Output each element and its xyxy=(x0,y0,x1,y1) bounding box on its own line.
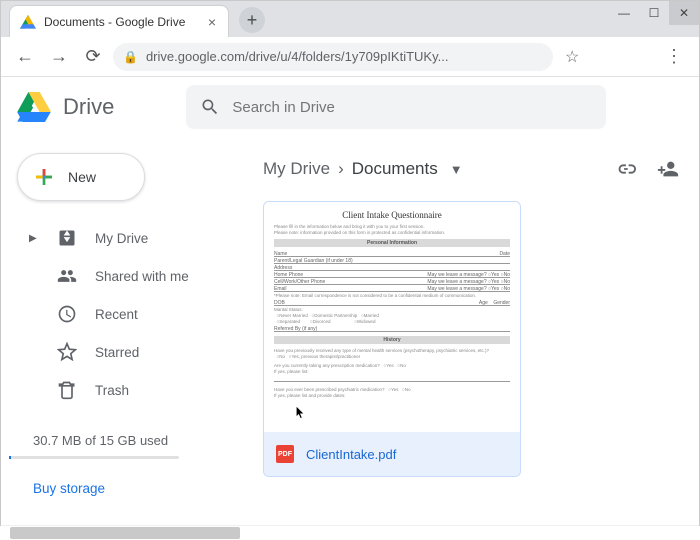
search-input[interactable] xyxy=(232,99,592,116)
chevron-right-icon: › xyxy=(338,159,344,179)
sidebar-item-label: Starred xyxy=(95,345,139,360)
new-button[interactable]: New xyxy=(17,153,145,201)
breadcrumb-root[interactable]: My Drive xyxy=(263,159,330,179)
back-icon[interactable]: ← xyxy=(11,43,39,71)
sidebar-item-recent[interactable]: Recent xyxy=(9,295,241,333)
drive-icon xyxy=(57,228,77,248)
bookmark-star-icon[interactable]: ☆ xyxy=(559,47,585,67)
new-button-label: New xyxy=(68,169,96,185)
cursor-icon xyxy=(294,402,308,422)
maximize-icon[interactable]: ☐ xyxy=(639,1,669,25)
file-name: ClientIntake.pdf xyxy=(306,447,396,462)
preview-doc-title: Client Intake Questionnaire xyxy=(274,210,510,222)
window-controls: — ☐ ✕ xyxy=(609,1,699,25)
sidebar-item-label: My Drive xyxy=(95,231,148,246)
person-add-icon[interactable] xyxy=(657,158,679,180)
chevron-down-icon[interactable]: ▼ xyxy=(450,162,463,177)
horizontal-scrollbar[interactable] xyxy=(0,526,700,540)
main-panel: My Drive › Documents ▼ Client Intake Que… xyxy=(251,137,699,525)
plus-icon xyxy=(32,165,56,189)
address-bar[interactable]: 🔒 drive.google.com/drive/u/4/folders/1y7… xyxy=(113,43,553,71)
window-titlebar: Documents - Google Drive × + — ☐ ✕ xyxy=(1,1,699,37)
star-icon xyxy=(57,342,77,362)
browser-menu-icon[interactable]: ⋮ xyxy=(659,46,689,67)
sidebar: New ▶ My Drive Shared with me Recent S xyxy=(1,137,251,525)
file-card[interactable]: Client Intake Questionnaire Please fill … xyxy=(263,201,521,477)
sidebar-item-starred[interactable]: Starred xyxy=(9,333,241,371)
storage-text: 30.7 MB of 15 GB used xyxy=(33,433,241,448)
pdf-badge-icon: PDF xyxy=(276,445,294,463)
browser-tab[interactable]: Documents - Google Drive × xyxy=(9,5,229,37)
search-box[interactable] xyxy=(186,85,606,129)
breadcrumb-current[interactable]: Documents xyxy=(352,159,438,179)
sidebar-item-label: Shared with me xyxy=(95,269,189,284)
storage-bar xyxy=(9,456,179,459)
sidebar-item-label: Recent xyxy=(95,307,138,322)
scrollbar-thumb[interactable] xyxy=(10,527,240,539)
drive-header: Drive xyxy=(1,77,699,137)
trash-icon xyxy=(57,380,77,400)
lock-icon: 🔒 xyxy=(123,50,138,64)
caret-right-icon: ▶ xyxy=(29,233,39,244)
sidebar-item-trash[interactable]: Trash xyxy=(9,371,241,409)
file-preview: Client Intake Questionnaire Please fill … xyxy=(264,202,520,432)
breadcrumb-toolbar: My Drive › Documents ▼ xyxy=(263,149,679,189)
search-icon xyxy=(200,97,220,117)
drive-favicon-icon xyxy=(20,14,36,30)
sidebar-item-my-drive[interactable]: ▶ My Drive xyxy=(9,219,241,257)
new-tab-button[interactable]: + xyxy=(239,7,265,33)
forward-icon[interactable]: → xyxy=(45,43,73,71)
sidebar-item-shared[interactable]: Shared with me xyxy=(9,257,241,295)
reload-icon[interactable]: ⟳ xyxy=(79,43,107,71)
minimize-icon[interactable]: — xyxy=(609,1,639,25)
people-icon xyxy=(57,266,77,286)
drive-product-name[interactable]: Drive xyxy=(63,94,114,120)
drive-logo-icon[interactable] xyxy=(17,92,51,122)
url-text: drive.google.com/drive/u/4/folders/1y709… xyxy=(146,49,449,64)
clock-icon xyxy=(57,304,77,324)
file-footer[interactable]: PDF ClientIntake.pdf xyxy=(264,432,520,476)
tab-title: Documents - Google Drive xyxy=(44,15,206,29)
link-icon[interactable] xyxy=(615,158,637,180)
browser-toolbar: ← → ⟳ 🔒 drive.google.com/drive/u/4/folde… xyxy=(1,37,699,77)
buy-storage-link[interactable]: Buy storage xyxy=(33,481,241,496)
close-icon[interactable]: ✕ xyxy=(669,1,699,25)
sidebar-item-label: Trash xyxy=(95,383,129,398)
tab-close-icon[interactable]: × xyxy=(206,14,218,30)
